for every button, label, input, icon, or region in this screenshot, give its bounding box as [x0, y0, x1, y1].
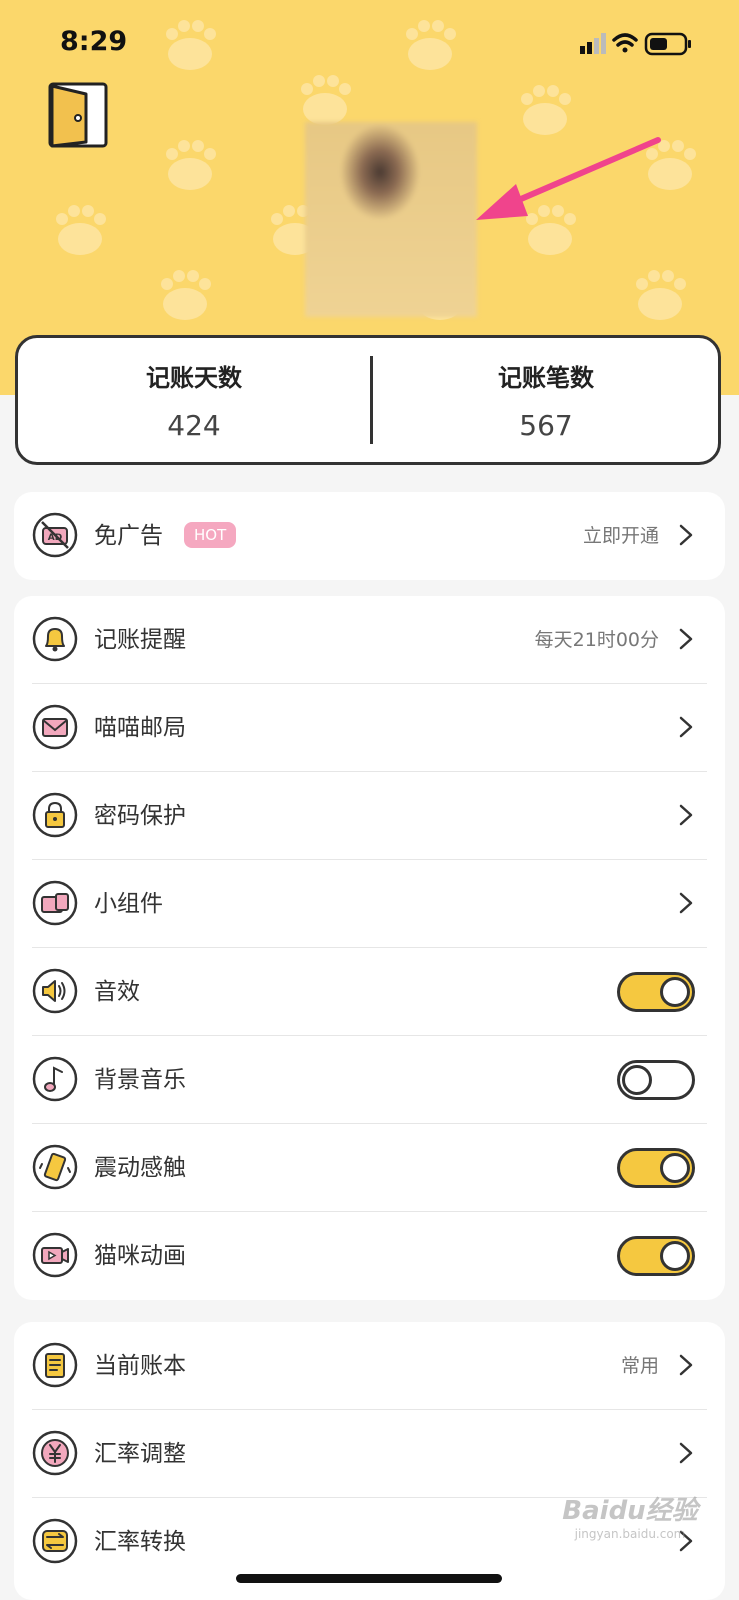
mail-icon: [32, 704, 78, 750]
row-music: 背景音乐: [14, 1036, 725, 1124]
row-rate-adjust-label: 汇率调整: [94, 1441, 186, 1467]
watermark-title: Baidu经验: [562, 1496, 698, 1526]
row-password-label: 密码保护: [94, 803, 186, 829]
chevron-right-icon: [679, 804, 693, 826]
row-remove-ads-label: 免广告: [94, 523, 163, 549]
speaker-icon: [32, 968, 78, 1014]
avatar[interactable]: [305, 122, 477, 317]
door-icon[interactable]: [40, 76, 114, 150]
row-current-book-value: 常用: [620, 1355, 659, 1377]
row-widget-label: 小组件: [94, 891, 163, 917]
stat-days-label: 记账天数: [146, 364, 242, 392]
bell-icon: [32, 616, 78, 662]
row-rate-convert-label: 汇率转换: [94, 1529, 186, 1555]
stats-card: 记账天数 424 记账笔数 567: [15, 335, 721, 465]
stat-records: 记账笔数 567: [370, 338, 722, 442]
signal-icon: [580, 33, 606, 54]
row-music-label: 背景音乐: [94, 1067, 186, 1093]
chevron-right-icon: [679, 524, 693, 546]
row-reminder[interactable]: 记账提醒 每天21时00分: [14, 596, 725, 684]
row-animation: 猫咪动画: [14, 1212, 725, 1300]
chevron-right-icon: [679, 1442, 693, 1464]
no-ad-icon: AD: [32, 512, 78, 558]
hot-badge: HOT: [184, 522, 237, 548]
status-indicators: [580, 32, 691, 56]
widget-icon: [32, 880, 78, 926]
row-mail-label: 喵喵邮局: [94, 715, 186, 741]
wifi-icon: [612, 33, 638, 53]
ad-free-card: AD 免广告 HOT 立即开通: [14, 492, 725, 580]
row-current-book-label: 当前账本: [94, 1353, 186, 1379]
watermark-url: jingyan.baidu.com: [574, 1527, 686, 1541]
chevron-right-icon: [679, 892, 693, 914]
toggle-knob: [622, 1065, 652, 1095]
battery-icon: [644, 32, 691, 56]
row-sound: 音效: [14, 948, 725, 1036]
vibration-toggle[interactable]: [617, 1148, 695, 1188]
row-widget[interactable]: 小组件: [14, 860, 725, 948]
row-reminder-value: 每天21时00分: [534, 629, 659, 651]
music-toggle[interactable]: [617, 1060, 695, 1100]
row-current-book[interactable]: 当前账本 常用: [14, 1322, 725, 1410]
home-indicator[interactable]: [236, 1574, 502, 1583]
sound-toggle[interactable]: [617, 972, 695, 1012]
row-sound-label: 音效: [94, 979, 140, 1005]
chevron-right-icon: [679, 1354, 693, 1376]
row-animation-label: 猫咪动画: [94, 1243, 186, 1269]
lock-icon: [32, 792, 78, 838]
video-icon: [32, 1232, 78, 1278]
music-note-icon: [32, 1056, 78, 1102]
row-rate-adjust[interactable]: 汇率调整: [14, 1410, 725, 1498]
toggle-knob: [660, 977, 690, 1007]
toggle-knob: [660, 1241, 690, 1271]
row-remove-ads[interactable]: AD 免广告 HOT 立即开通: [14, 492, 725, 580]
stat-records-label: 记账笔数: [498, 364, 594, 392]
vibrate-icon: [32, 1144, 78, 1190]
row-remove-ads-value: 立即开通: [582, 525, 659, 547]
chevron-right-icon: [679, 628, 693, 650]
status-time: 8:29: [60, 26, 128, 57]
stat-days: 记账天数 424: [18, 338, 370, 442]
animation-toggle[interactable]: [617, 1236, 695, 1276]
toggle-knob: [660, 1153, 690, 1183]
row-vibration-label: 震动感触: [94, 1155, 186, 1181]
notebook-icon: [32, 1342, 78, 1388]
settings-card: 记账提醒 每天21时00分 喵喵邮局 密码保护 小组件 音效 背景音乐 震动感触…: [14, 596, 725, 1300]
row-vibration: 震动感触: [14, 1124, 725, 1212]
row-password[interactable]: 密码保护: [14, 772, 725, 860]
stat-days-value: 424: [167, 409, 221, 442]
yen-icon: [32, 1430, 78, 1476]
row-reminder-label: 记账提醒: [94, 627, 186, 653]
books-card: 当前账本 常用 汇率调整 汇率转换: [14, 1322, 725, 1600]
watermark: Baidu经验 jingyan.baidu.com: [555, 1490, 705, 1541]
exchange-icon: [32, 1518, 78, 1564]
annotation-arrow: [476, 137, 661, 220]
chevron-right-icon: [679, 716, 693, 738]
stat-records-value: 567: [519, 409, 573, 442]
row-mail[interactable]: 喵喵邮局: [14, 684, 725, 772]
